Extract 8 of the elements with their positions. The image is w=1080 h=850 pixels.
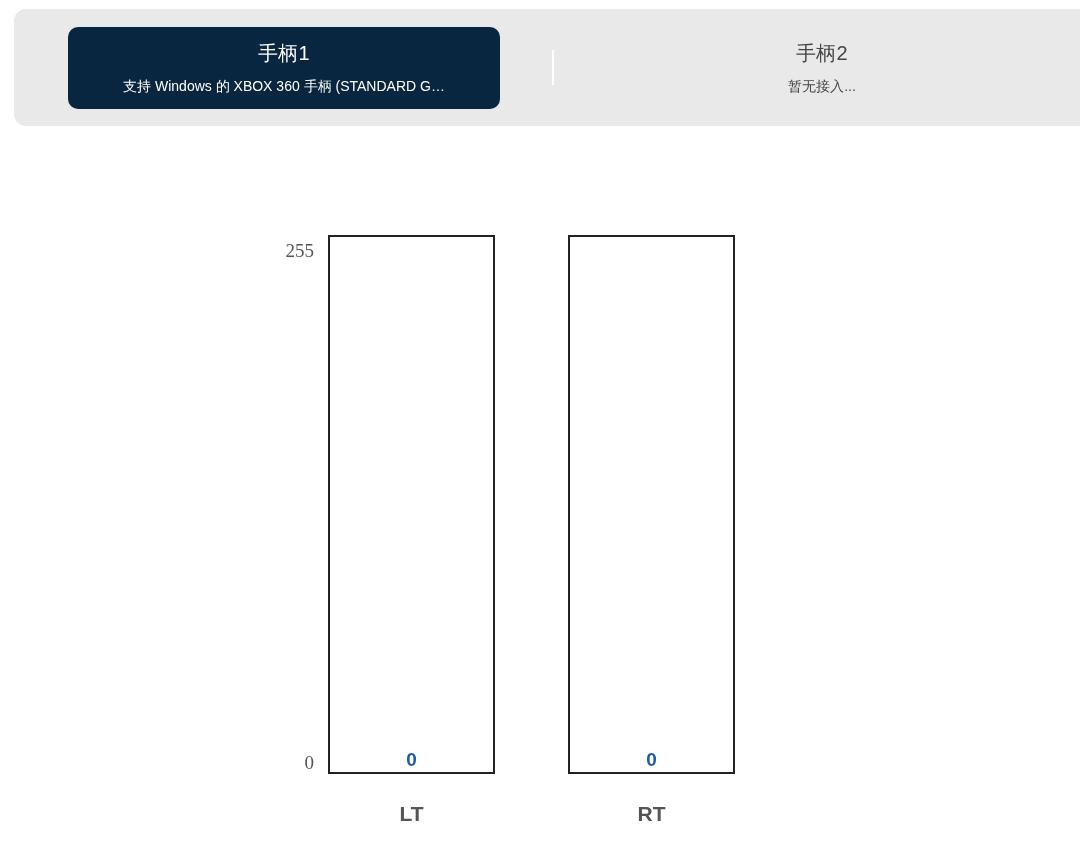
trigger-label: RT — [637, 802, 666, 826]
scale-label: 255 — [285, 241, 314, 261]
trigger-value: 0 — [646, 749, 657, 771]
scale-label: 0 — [304, 753, 314, 773]
controller-tab[interactable]: 手柄2 暂无接入... — [606, 26, 1038, 109]
trigger-label: LT — [399, 802, 424, 826]
trigger-value: 0 — [406, 749, 417, 771]
controller-tab[interactable]: 手柄1 支持 Windows 的 XBOX 360 手柄 (STANDARD G… — [68, 26, 500, 109]
